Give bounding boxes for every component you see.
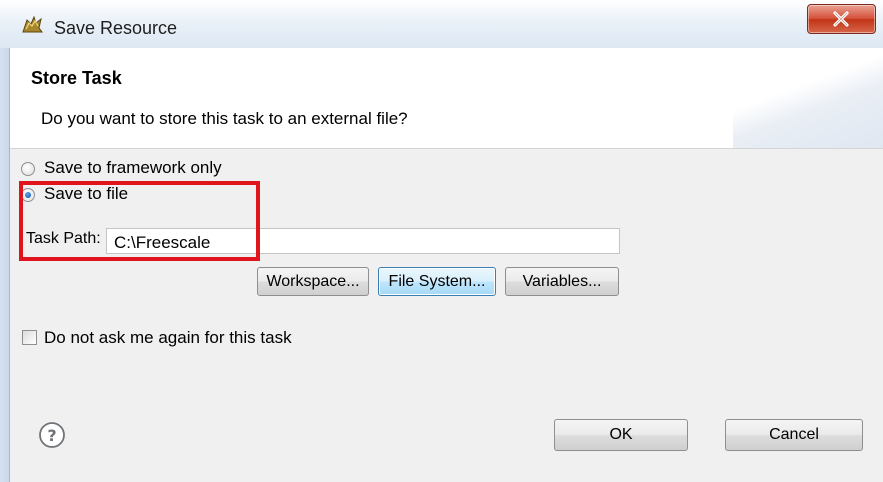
close-icon: [833, 11, 849, 27]
framework-only-label: Save to framework only: [44, 158, 222, 177]
svg-text:?: ?: [47, 426, 56, 445]
title-bar: Save Resource: [0, 0, 883, 48]
header-decoration: [733, 48, 883, 148]
cancel-button[interactable]: Cancel: [725, 419, 863, 451]
page-title: Store Task: [31, 68, 122, 88]
eclipse-plugin-icon: [20, 14, 44, 36]
dialog-header: Store Task Do you want to store this tas…: [10, 48, 883, 149]
file-system-button[interactable]: File System...: [378, 267, 496, 296]
variables-button[interactable]: Variables...: [505, 267, 619, 296]
window-frame: [0, 48, 9, 482]
save-resource-dialog: Save Resource Store Task Do you want to …: [0, 0, 883, 482]
do-not-ask-label: Do not ask me again for this task: [44, 328, 292, 347]
window-title: Save Resource: [54, 18, 178, 38]
help-icon[interactable]: ?: [38, 421, 66, 449]
highlight-annotation: [19, 181, 260, 261]
header-message: Do you want to store this task to an ext…: [41, 109, 408, 128]
workspace-button[interactable]: Workspace...: [257, 267, 369, 296]
do-not-ask-checkbox[interactable]: [22, 330, 37, 345]
framework-only-radio[interactable]: [21, 162, 35, 176]
close-button[interactable]: [807, 4, 876, 34]
ok-button[interactable]: OK: [554, 419, 688, 451]
